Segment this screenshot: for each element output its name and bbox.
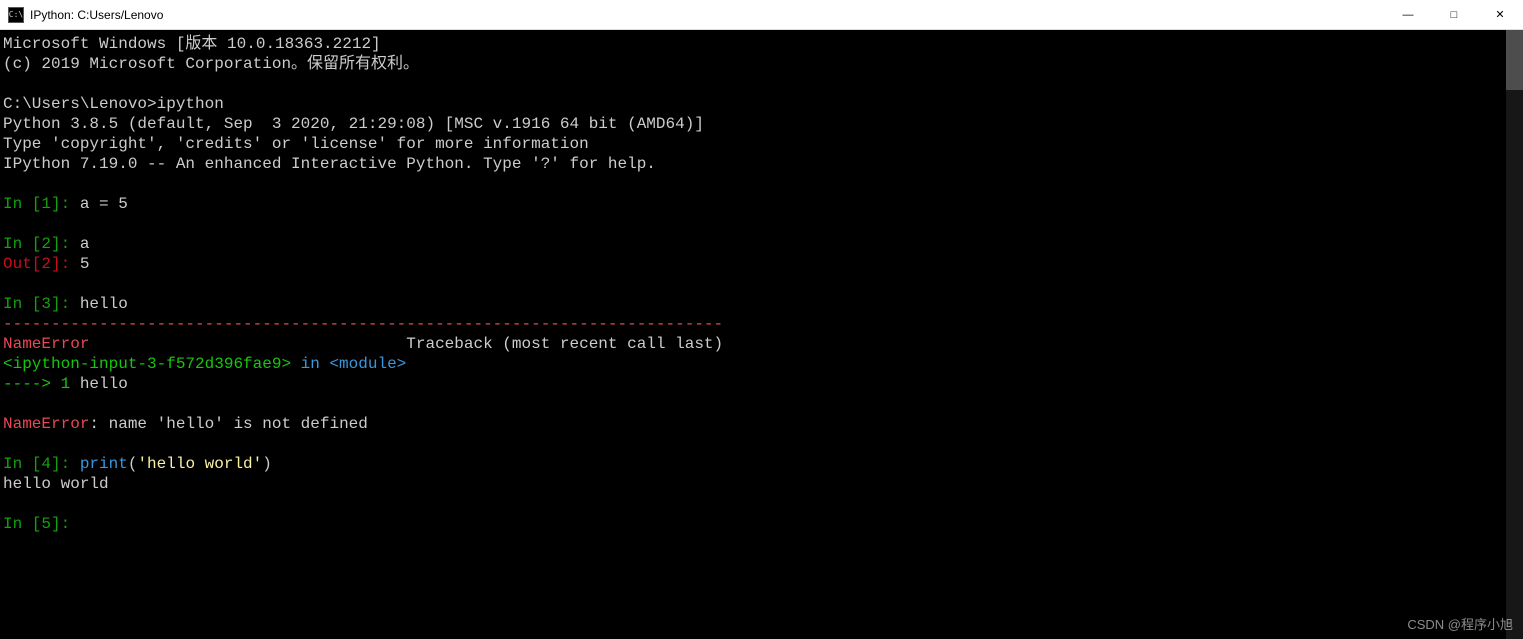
in-prompt-2: In [2]: bbox=[3, 235, 80, 253]
traceback-in: in bbox=[291, 355, 329, 373]
terminal-area: Microsoft Windows [版本 10.0.18363.2212] (… bbox=[0, 30, 1523, 639]
traceback-arrow-code: hello bbox=[70, 375, 128, 393]
error-name: NameError bbox=[3, 335, 89, 353]
in-prompt-1: In [1]: bbox=[3, 195, 80, 213]
ipython-banner-2: Type 'copyright', 'credits' or 'license'… bbox=[3, 135, 589, 153]
in-prompt-3: In [3]: bbox=[3, 295, 80, 313]
app-icon: C:\ bbox=[8, 7, 24, 23]
ipython-banner-3: IPython 7.19.0 -- An enhanced Interactiv… bbox=[3, 155, 656, 173]
in-code-3: hello bbox=[80, 295, 128, 313]
os-banner-line2: (c) 2019 Microsoft Corporation。保留所有权利。 bbox=[3, 55, 419, 73]
window-controls: — □ ✕ bbox=[1385, 0, 1523, 29]
os-banner-line1: Microsoft Windows [版本 10.0.18363.2212] bbox=[3, 35, 381, 53]
cmd-command: ipython bbox=[157, 95, 224, 113]
in-code-2: a bbox=[80, 235, 90, 253]
in4-string: 'hello world' bbox=[137, 455, 262, 473]
traceback-label: Traceback (most recent call last) bbox=[89, 335, 723, 353]
out-value-2: 5 bbox=[80, 255, 90, 273]
traceback-rule: ----------------------------------------… bbox=[3, 315, 723, 333]
in4-paren-r: ) bbox=[262, 455, 272, 473]
out-prompt-2: Out[2]: bbox=[3, 255, 80, 273]
window-titlebar[interactable]: C:\ IPython: C:Users/Lenovo — □ ✕ bbox=[0, 0, 1523, 30]
stdout-4: hello world bbox=[3, 475, 109, 493]
scrollbar-thumb[interactable] bbox=[1506, 30, 1523, 90]
in4-paren-l: ( bbox=[128, 455, 138, 473]
error-msg-final: : name 'hello' is not defined bbox=[89, 415, 367, 433]
in-prompt-5: In [5]: bbox=[3, 515, 80, 533]
minimize-button[interactable]: — bbox=[1385, 0, 1431, 29]
in4-fn: print bbox=[80, 455, 128, 473]
window-title: IPython: C:Users/Lenovo bbox=[30, 8, 163, 22]
vertical-scrollbar[interactable] bbox=[1506, 30, 1523, 639]
traceback-module: <module> bbox=[329, 355, 406, 373]
ipython-banner-1: Python 3.8.5 (default, Sep 3 2020, 21:29… bbox=[3, 115, 704, 133]
traceback-source: <ipython-input-3-f572d396fae9> bbox=[3, 355, 291, 373]
close-button[interactable]: ✕ bbox=[1477, 0, 1523, 29]
traceback-arrow: ----> 1 bbox=[3, 375, 70, 393]
terminal[interactable]: Microsoft Windows [版本 10.0.18363.2212] (… bbox=[0, 30, 1506, 639]
in-code-1: a = 5 bbox=[80, 195, 128, 213]
error-name-final: NameError bbox=[3, 415, 89, 433]
maximize-button[interactable]: □ bbox=[1431, 0, 1477, 29]
in-prompt-4: In [4]: bbox=[3, 455, 80, 473]
cmd-prompt: C:\Users\Lenovo> bbox=[3, 95, 157, 113]
